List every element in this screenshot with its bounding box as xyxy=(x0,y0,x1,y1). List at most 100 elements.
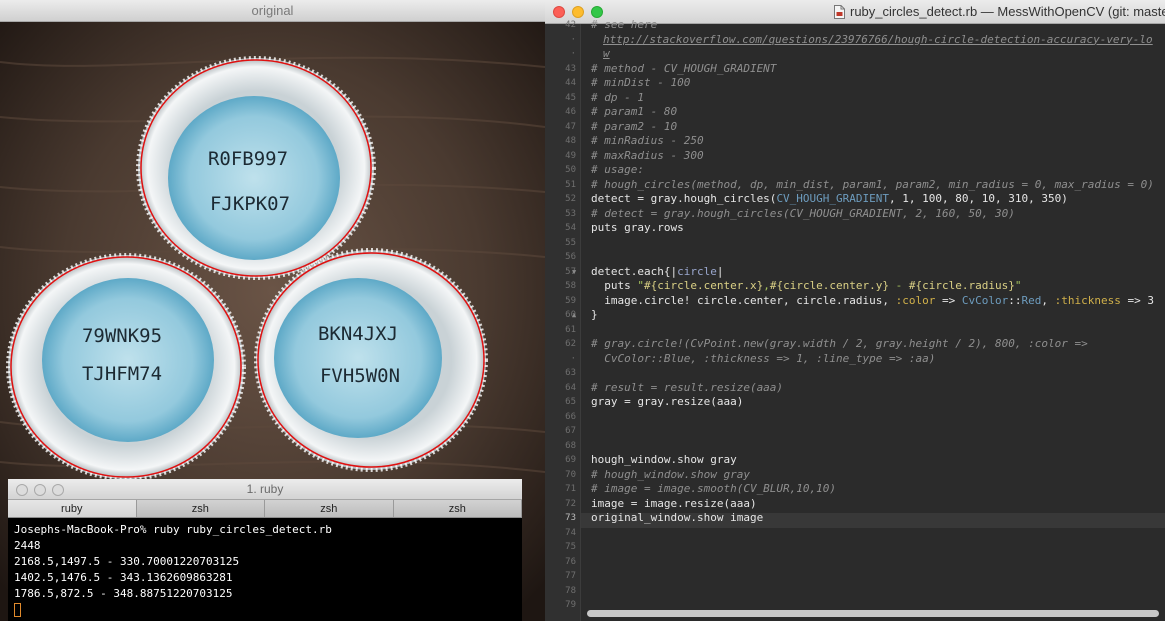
terminal-tab-zsh-3[interactable]: zsh xyxy=(393,500,522,517)
code-line-42-link[interactable]: http://stackoverflow.com/questions/23976… xyxy=(603,33,1153,48)
code-line-71: # image = image.smooth(CV_BLUR,10,10) xyxy=(591,482,837,495)
line-number: 58 xyxy=(565,281,576,291)
code-line-54: puts gray.rows xyxy=(591,221,684,234)
code-line-70: # hough_window.show gray xyxy=(591,467,750,481)
terminal-output[interactable]: Josephs-MacBook-Pro% ruby ruby_circles_d… xyxy=(8,518,522,621)
terminal-cursor xyxy=(14,603,21,617)
line-number: 51 xyxy=(565,179,576,190)
terminal-line: 1786.5,872.5 - 348.88751220703125 xyxy=(14,587,233,600)
line-number: 68 xyxy=(565,440,576,451)
line-number: 79 xyxy=(565,600,576,610)
line-number: 61 xyxy=(565,324,576,335)
svg-text:FJKPK07: FJKPK07 xyxy=(210,193,290,215)
code-line-69: hough_window.show gray xyxy=(591,453,737,466)
line-number: 71 xyxy=(565,484,576,494)
terminal-tab-ruby[interactable]: ruby xyxy=(8,500,137,517)
close-icon[interactable] xyxy=(16,484,28,496)
line-number: 54 xyxy=(565,223,576,233)
line-number: 66 xyxy=(565,411,576,422)
line-number: 42 xyxy=(565,20,576,30)
line-number: 76 xyxy=(565,556,576,567)
code-line-53: # detect = gray.hough_circles(CV_HOUGH_G… xyxy=(591,206,1015,220)
line-number: 67 xyxy=(565,426,576,436)
code-line-52: detect = gray.hough_circles(CV_HOUGH_GRA… xyxy=(591,192,1068,205)
code-line-48: # minRadius - 250 xyxy=(591,134,704,147)
line-number: 56 xyxy=(565,252,576,262)
line-number: 53 xyxy=(565,208,576,219)
terminal-line: Josephs-MacBook-Pro% ruby ruby_circles_d… xyxy=(14,523,332,536)
line-number: 70 xyxy=(565,469,576,480)
svg-text:79WNK95: 79WNK95 xyxy=(82,325,162,347)
zoom-icon[interactable] xyxy=(52,484,64,496)
bottle-cap-1: R0FB997 FJKPK07 xyxy=(136,56,376,280)
line-number: 65 xyxy=(565,397,576,407)
code-line-46: # param1 - 80 xyxy=(591,105,678,118)
svg-text:R0FB997: R0FB997 xyxy=(208,148,288,170)
code-line-51: # hough_circles(method, dp, min_dist, pa… xyxy=(591,177,1154,191)
editor-title: ruby_circles_detect.rb — MessWithOpenCV … xyxy=(850,4,1165,19)
image-window-title: original xyxy=(0,0,545,22)
line-number: 62 xyxy=(565,339,576,349)
minimize-icon[interactable] xyxy=(34,484,46,496)
line-number: 74 xyxy=(565,527,576,538)
close-icon[interactable] xyxy=(553,6,565,18)
line-number: · xyxy=(570,353,576,364)
terminal-title: 1. ruby xyxy=(246,482,284,496)
code-line-59: image.circle! circle.center, circle.radi… xyxy=(591,293,1154,307)
code-line-65: gray = gray.resize(aaa) xyxy=(591,395,744,408)
svg-text:TJHFM74: TJHFM74 xyxy=(82,363,162,385)
svg-text:FVH5W0N: FVH5W0N xyxy=(320,365,400,387)
fold-arrow-icon[interactable]: ▲ xyxy=(572,311,576,319)
line-number: 78 xyxy=(565,585,576,596)
code-line-49: # maxRadius - 300 xyxy=(591,148,704,162)
code-line-73: original_window.show image xyxy=(591,511,764,524)
zoom-icon[interactable] xyxy=(591,6,603,18)
code-line-62-wrap: CvColor::Blue, :thickness => 1, :line_ty… xyxy=(591,351,936,365)
horizontal-scrollbar[interactable] xyxy=(581,605,1165,621)
line-number: 45 xyxy=(565,92,576,103)
line-number: · xyxy=(570,34,576,45)
code-line-57: detect.each{|circle| xyxy=(591,264,724,278)
line-number: 73 xyxy=(565,513,576,523)
code-line-50: # usage: xyxy=(591,163,644,176)
terminal-line: 2168.5,1497.5 - 330.70001220703125 xyxy=(14,555,240,568)
terminal-window[interactable]: 1. ruby ruby zsh zsh zsh Josephs-MacBook… xyxy=(8,479,522,621)
minimize-icon[interactable] xyxy=(572,6,584,18)
fold-arrow-icon[interactable]: ▼ xyxy=(572,268,576,276)
terminal-tab-zsh-1[interactable]: zsh xyxy=(136,500,265,517)
line-number: 43 xyxy=(565,63,576,74)
code-line-45: # dp - 1 xyxy=(591,90,644,104)
line-number: 49 xyxy=(565,150,576,161)
code-line-60: } xyxy=(591,308,598,321)
code-editor[interactable]: # see here http://stackoverflow.com/ques… xyxy=(591,18,1165,604)
document-icon xyxy=(834,5,845,19)
line-number: 46 xyxy=(565,107,576,117)
line-number: 44 xyxy=(565,78,576,88)
bottle-cap-3: BKN4JXJ FVH5W0N xyxy=(254,248,488,472)
line-number: 47 xyxy=(565,121,576,132)
line-number: 55 xyxy=(565,237,576,248)
line-number-gutter[interactable]: 42 · · 43 44 45 46 47 48 49 50 51 52 53 54 55 56 57 ▼ 58 59 6… xyxy=(545,20,581,621)
terminal-line: 1402.5,1476.5 - 343.1362609863281 xyxy=(14,571,233,584)
line-number: 63 xyxy=(565,368,576,378)
code-line-44: # minDist - 100 xyxy=(591,76,691,89)
code-line-47: # param2 - 10 xyxy=(591,119,678,133)
code-line-43: # method - CV_HOUGH_GRADIENT xyxy=(591,61,777,75)
line-number: 75 xyxy=(565,542,576,552)
line-number: 64 xyxy=(565,382,576,393)
terminal-tab-zsh-2[interactable]: zsh xyxy=(265,500,394,517)
line-number: 72 xyxy=(565,498,576,509)
line-number: · xyxy=(570,49,576,59)
editor-window[interactable]: ruby_circles_detect.rb — MessWithOpenCV … xyxy=(545,0,1165,621)
scrollbar-thumb[interactable] xyxy=(587,610,1159,617)
code-line-42: # see here xyxy=(591,18,658,31)
terminal-line: 2448 xyxy=(14,539,41,552)
terminal-tabs: ruby zsh zsh zsh xyxy=(8,500,522,518)
code-line-62: # gray.circle!(CvPoint.new(gray.width / … xyxy=(591,337,1088,350)
code-line-72: image = image.resize(aaa) xyxy=(591,496,757,510)
line-number: 52 xyxy=(565,194,576,204)
code-line-64: # result = result.resize(aaa) xyxy=(591,380,784,394)
line-number: 50 xyxy=(565,165,576,175)
terminal-titlebar: 1. ruby xyxy=(8,479,522,500)
line-number: 48 xyxy=(565,136,576,146)
